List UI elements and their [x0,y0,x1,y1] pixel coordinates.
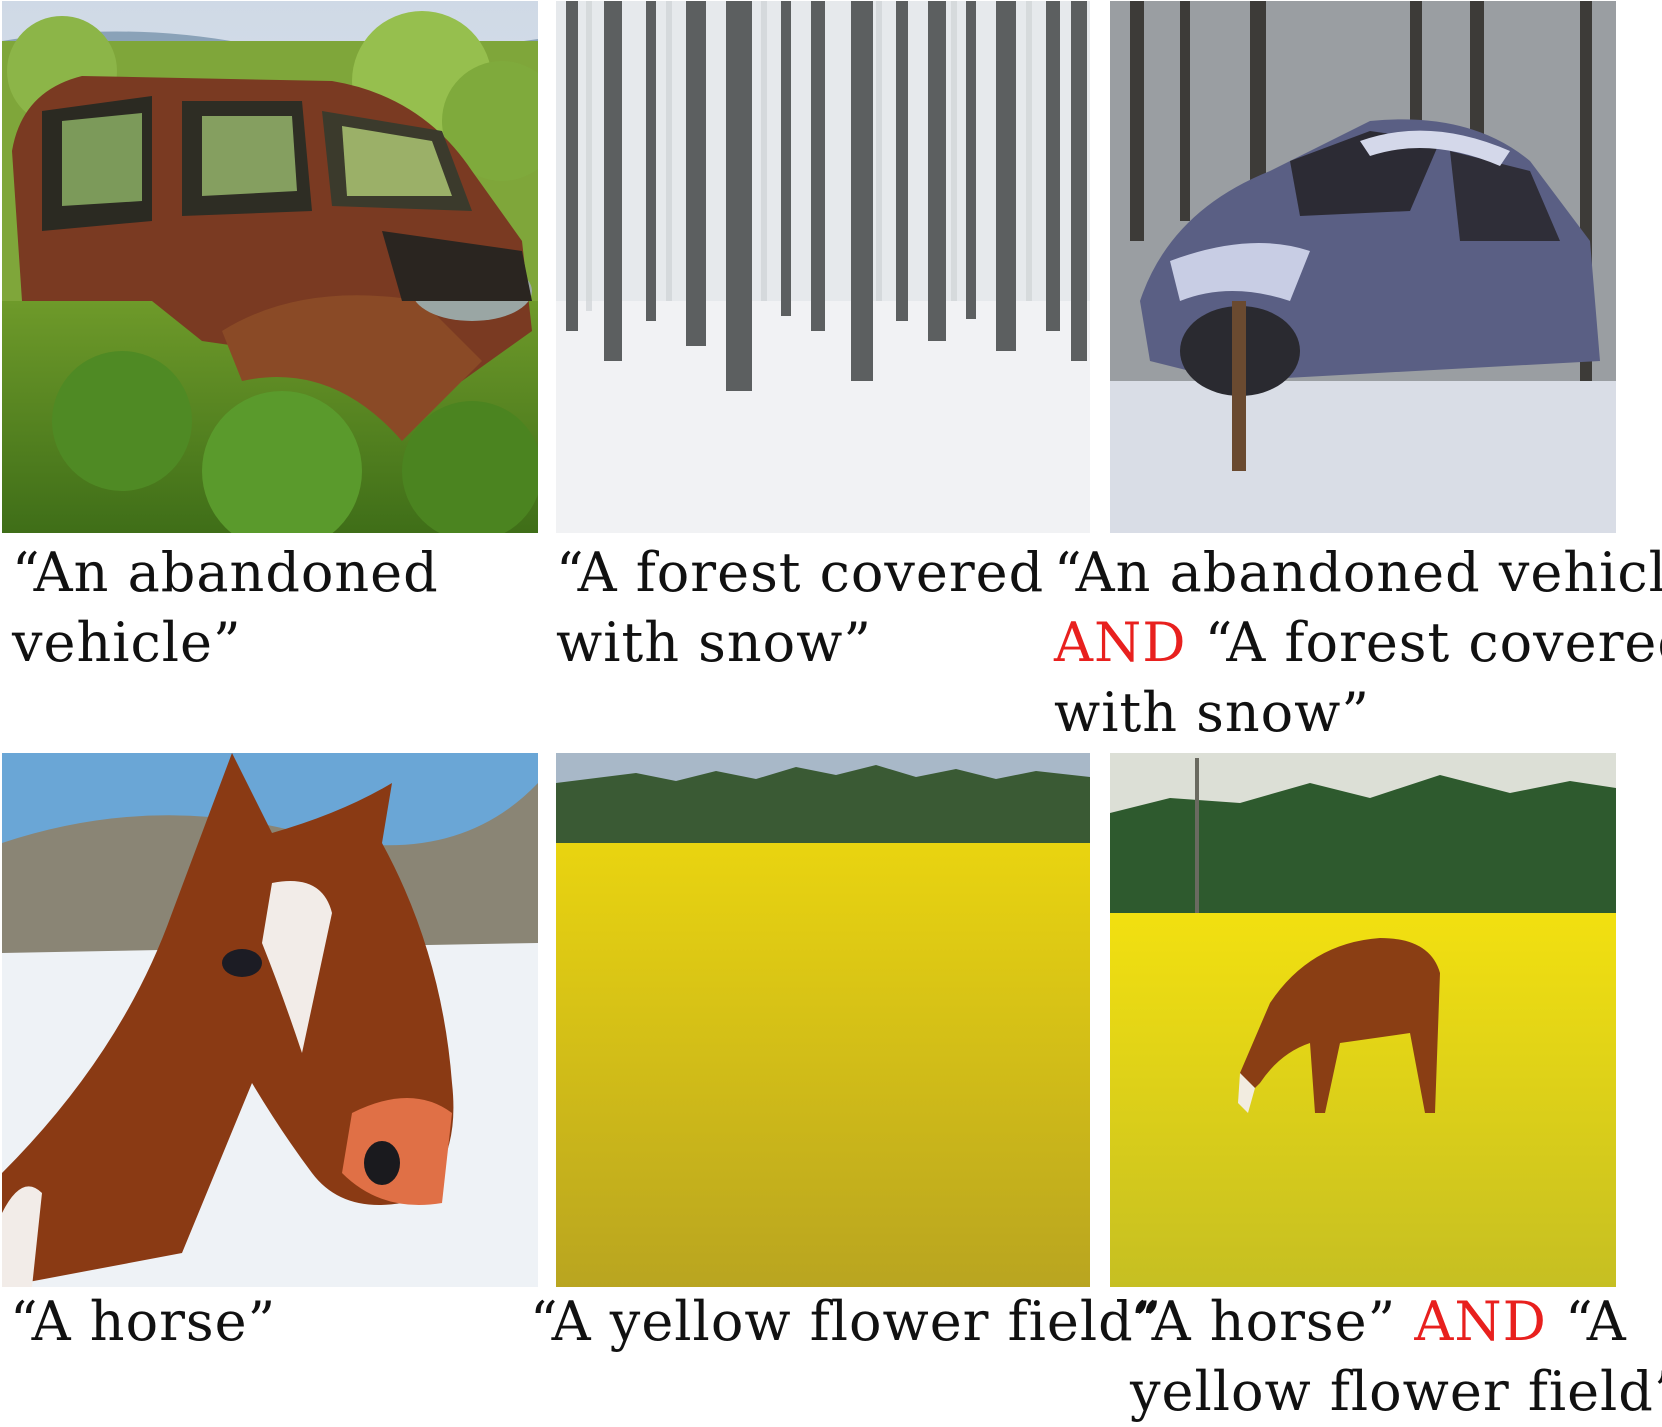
caption-combined-horse-field: “A horse” AND “A yellow flower field” [1130,1287,1662,1427]
caption-line: “A yellow flower field” [530,1290,1163,1353]
caption-yellow-flower-field: “A yellow flower field” [530,1287,1162,1357]
caption-horse: “A horse” [10,1287,276,1357]
image-snowy-forest [556,1,1090,533]
caption-abandoned-vehicle: “An abandoned vehicle” [12,538,439,678]
caption-line: yellow flower field” [1130,1360,1662,1423]
caption-line: with snow” [1054,681,1370,744]
image-yellow-flower-field [556,753,1090,1287]
caption-line: “A forest covered [556,541,1045,604]
caption-line: “A horse” AND “A [1130,1287,1662,1357]
caption-line: “An abandoned vehicle” [1054,541,1662,604]
caption-text: “A horse” [1130,1290,1415,1353]
image-abandoned-vehicle [2,1,538,533]
caption-line: AND “A forest covered [1054,608,1662,678]
caption-line: “A horse” [10,1290,277,1353]
image-horse [2,753,538,1287]
caption-combined-vehicle-forest: “An abandoned vehicle” AND “A forest cov… [1054,538,1662,748]
and-operator: AND [1054,611,1187,674]
caption-text: “A [1546,1290,1627,1353]
caption-line: “An abandoned [12,541,439,604]
caption-line: with snow” [556,611,872,674]
image-vehicle-in-snowy-forest [1110,1,1616,533]
and-operator: AND [1414,1290,1547,1353]
caption-text: “A forest covered [1186,611,1662,674]
caption-line: vehicle” [12,611,242,674]
image-horse-in-flower-field [1110,753,1616,1287]
caption-snowy-forest: “A forest covered with snow” [556,538,1044,678]
